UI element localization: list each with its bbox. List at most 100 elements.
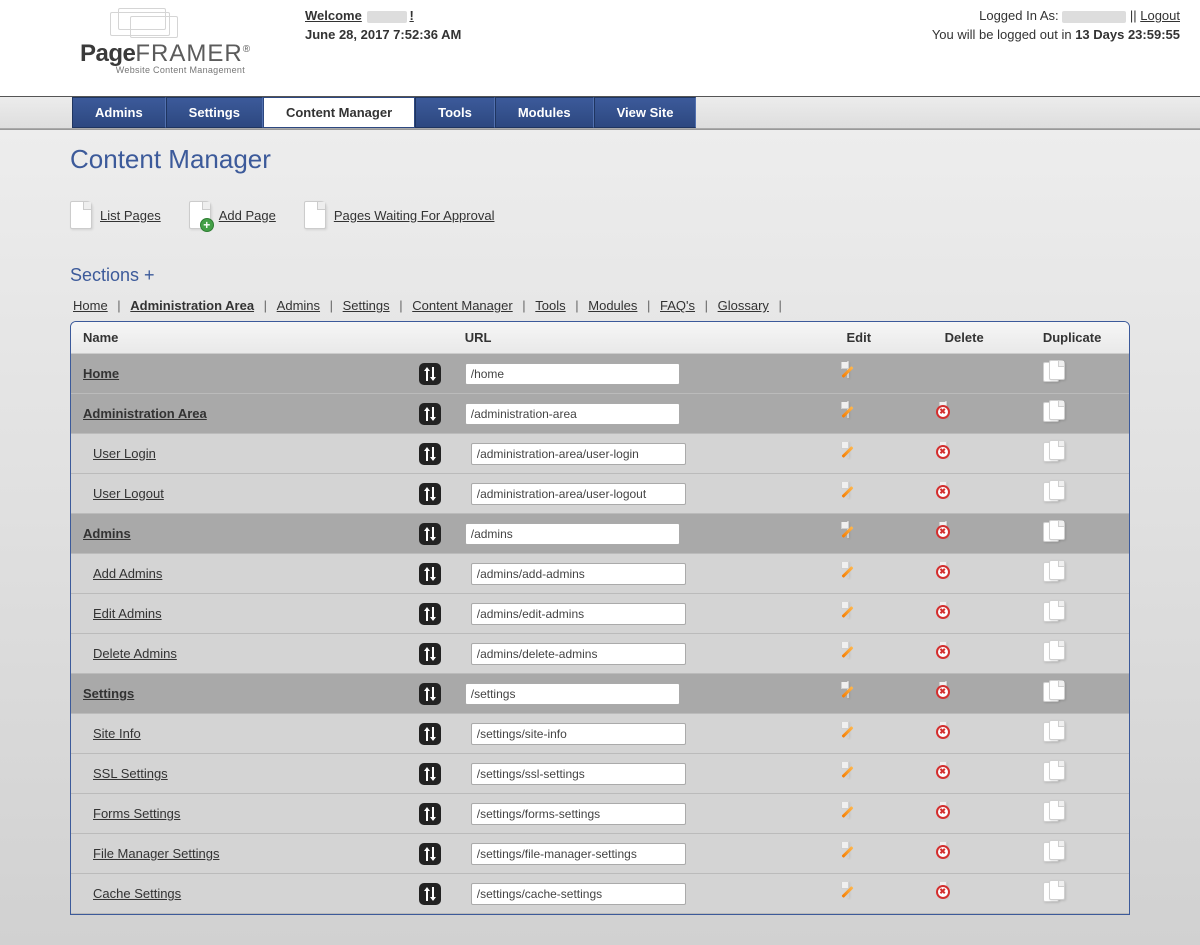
page-name-link[interactable]: Site Info: [93, 726, 141, 741]
reorder-icon[interactable]: [419, 523, 441, 545]
reorder-icon[interactable]: [419, 803, 441, 825]
delete-button[interactable]: [945, 482, 969, 506]
reorder-icon[interactable]: [419, 443, 441, 465]
url-input[interactable]: [471, 563, 686, 585]
page-name-link[interactable]: Add Admins: [93, 566, 162, 581]
edit-button[interactable]: [847, 642, 871, 666]
page-name-link[interactable]: Settings: [83, 686, 134, 701]
delete-button[interactable]: [945, 562, 969, 586]
edit-button[interactable]: [847, 722, 871, 746]
reorder-icon[interactable]: [419, 883, 441, 905]
delete-button[interactable]: [945, 842, 969, 866]
duplicate-button[interactable]: [1043, 680, 1067, 704]
sections-heading[interactable]: Sections +: [70, 265, 1130, 286]
duplicate-button[interactable]: [1043, 880, 1067, 904]
breadcrumb-link[interactable]: Administration Area: [130, 298, 254, 313]
duplicate-button[interactable]: [1043, 800, 1067, 824]
reorder-icon[interactable]: [419, 643, 441, 665]
duplicate-button[interactable]: [1043, 400, 1067, 424]
nav-tab-modules[interactable]: Modules: [495, 97, 594, 128]
nav-tab-admins[interactable]: Admins: [72, 97, 166, 128]
url-input[interactable]: [471, 883, 686, 905]
breadcrumb-link[interactable]: Content Manager: [412, 298, 512, 313]
duplicate-button[interactable]: [1043, 360, 1067, 384]
approval-link[interactable]: Pages Waiting For Approval: [334, 208, 495, 223]
page-name-link[interactable]: Administration Area: [83, 406, 207, 421]
delete-button[interactable]: [945, 642, 969, 666]
url-input[interactable]: [471, 723, 686, 745]
nav-tab-tools[interactable]: Tools: [415, 97, 495, 128]
url-input[interactable]: [465, 683, 680, 705]
page-name-link[interactable]: Delete Admins: [93, 646, 177, 661]
duplicate-button[interactable]: [1043, 640, 1067, 664]
breadcrumb-link[interactable]: Glossary: [718, 298, 769, 313]
breadcrumb-link[interactable]: Settings: [343, 298, 390, 313]
breadcrumb-link[interactable]: Home: [73, 298, 108, 313]
reorder-icon[interactable]: [419, 843, 441, 865]
duplicate-button[interactable]: [1043, 600, 1067, 624]
reorder-icon[interactable]: [419, 683, 441, 705]
url-input[interactable]: [471, 443, 686, 465]
nav-tab-view-site[interactable]: View Site: [594, 97, 697, 128]
breadcrumb-link[interactable]: Modules: [588, 298, 637, 313]
page-name-link[interactable]: File Manager Settings: [93, 846, 219, 861]
edit-button[interactable]: [847, 362, 871, 386]
list-pages-action[interactable]: List Pages: [70, 201, 161, 229]
breadcrumb-link[interactable]: Admins: [277, 298, 320, 313]
delete-button[interactable]: [945, 762, 969, 786]
url-input[interactable]: [471, 603, 686, 625]
nav-tab-content-manager[interactable]: Content Manager: [263, 97, 415, 128]
approval-action[interactable]: Pages Waiting For Approval: [304, 201, 495, 229]
reorder-icon[interactable]: [419, 403, 441, 425]
page-name-link[interactable]: User Logout: [93, 486, 164, 501]
duplicate-button[interactable]: [1043, 520, 1067, 544]
breadcrumb-link[interactable]: Tools: [535, 298, 565, 313]
edit-button[interactable]: [847, 762, 871, 786]
delete-button[interactable]: [945, 522, 969, 546]
edit-button[interactable]: [847, 802, 871, 826]
edit-button[interactable]: [847, 442, 871, 466]
reorder-icon[interactable]: [419, 483, 441, 505]
page-name-link[interactable]: SSL Settings: [93, 766, 168, 781]
edit-button[interactable]: [847, 842, 871, 866]
edit-button[interactable]: [847, 562, 871, 586]
reorder-icon[interactable]: [419, 603, 441, 625]
duplicate-button[interactable]: [1043, 760, 1067, 784]
edit-button[interactable]: [847, 522, 871, 546]
page-name-link[interactable]: Forms Settings: [93, 806, 180, 821]
duplicate-button[interactable]: [1043, 560, 1067, 584]
page-name-link[interactable]: Home: [83, 366, 119, 381]
delete-button[interactable]: [945, 442, 969, 466]
page-name-link[interactable]: Edit Admins: [93, 606, 162, 621]
duplicate-button[interactable]: [1043, 440, 1067, 464]
list-pages-link[interactable]: List Pages: [100, 208, 161, 223]
page-name-link[interactable]: Cache Settings: [93, 886, 181, 901]
url-input[interactable]: [471, 483, 686, 505]
duplicate-button[interactable]: [1043, 720, 1067, 744]
delete-button[interactable]: [945, 682, 969, 706]
add-page-action[interactable]: + Add Page: [189, 201, 276, 229]
url-input[interactable]: [471, 643, 686, 665]
logout-link[interactable]: Logout: [1140, 8, 1180, 23]
edit-button[interactable]: [847, 602, 871, 626]
delete-button[interactable]: [945, 722, 969, 746]
url-input[interactable]: [471, 803, 686, 825]
edit-button[interactable]: [847, 882, 871, 906]
url-input[interactable]: [465, 363, 680, 385]
delete-button[interactable]: [945, 882, 969, 906]
reorder-icon[interactable]: [419, 723, 441, 745]
page-name-link[interactable]: User Login: [93, 446, 156, 461]
delete-button[interactable]: [945, 802, 969, 826]
reorder-icon[interactable]: [419, 763, 441, 785]
url-input[interactable]: [465, 403, 680, 425]
duplicate-button[interactable]: [1043, 840, 1067, 864]
delete-button[interactable]: [945, 402, 969, 426]
add-page-link[interactable]: Add Page: [219, 208, 276, 223]
edit-button[interactable]: [847, 482, 871, 506]
url-input[interactable]: [471, 763, 686, 785]
breadcrumb-link[interactable]: FAQ's: [660, 298, 695, 313]
reorder-icon[interactable]: [419, 363, 441, 385]
url-input[interactable]: [465, 523, 680, 545]
url-input[interactable]: [471, 843, 686, 865]
duplicate-button[interactable]: [1043, 480, 1067, 504]
